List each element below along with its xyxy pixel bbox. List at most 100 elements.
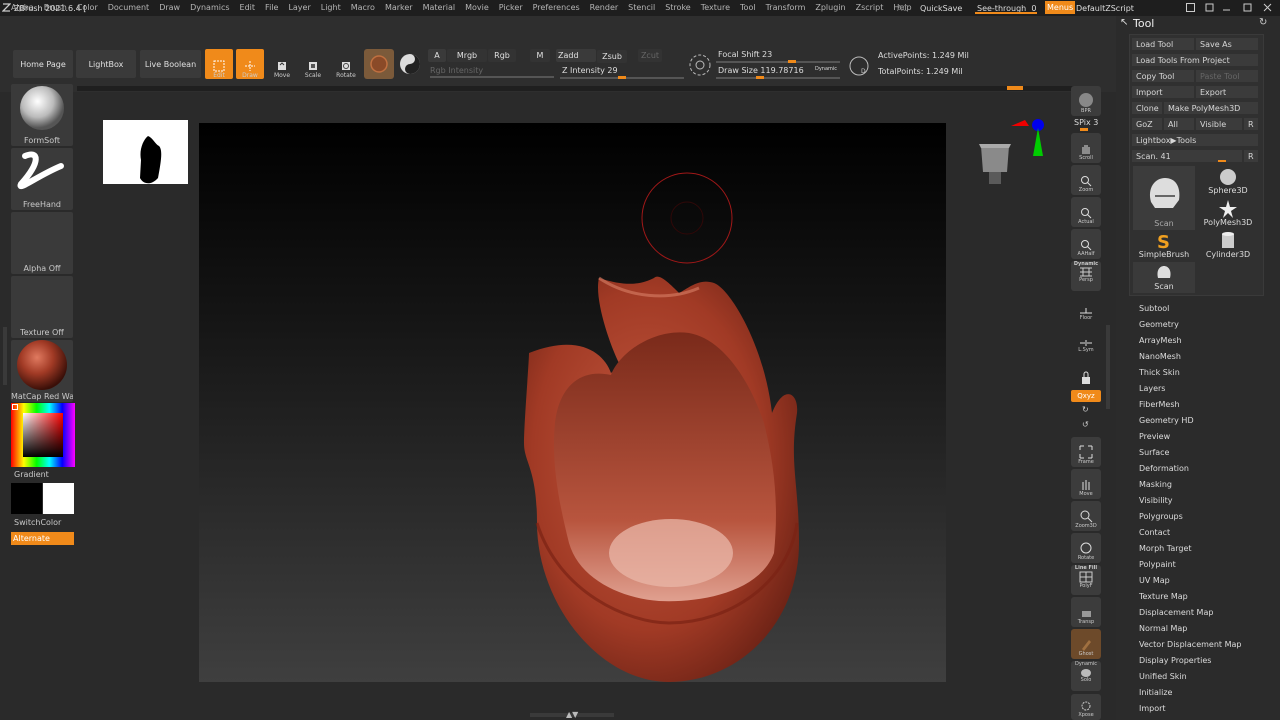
clone-button[interactable]: Clone [1132, 102, 1162, 114]
material-swatch-button[interactable] [364, 49, 394, 79]
menu-item-preferences[interactable]: Preferences [528, 3, 585, 12]
bpr-button[interactable]: BPR [1071, 86, 1101, 116]
local-button[interactable] [1071, 357, 1101, 387]
tool-section-geometry[interactable]: Geometry [1139, 320, 1179, 329]
alpha-mode-icon[interactable] [398, 52, 422, 76]
tool-thumb-scan[interactable]: Scan [1133, 262, 1195, 293]
minimize-icon[interactable] [1221, 2, 1232, 13]
zadd-toggle[interactable]: Zadd [556, 49, 596, 62]
menu-item-texture[interactable]: Texture [696, 3, 735, 12]
tool-section-polypaint[interactable]: Polypaint [1139, 560, 1176, 569]
goz-r-button[interactable]: R [1244, 118, 1258, 130]
move-button[interactable]: Move [268, 49, 296, 79]
home-page-button[interactable]: Home Page [13, 50, 73, 78]
color-picker[interactable] [11, 403, 75, 467]
tool-thumb-cylinder3d[interactable]: Cylinder3D [1197, 230, 1259, 262]
alternate-toggle[interactable]: Alternate [11, 532, 74, 545]
scale-button[interactable]: Scale [299, 49, 327, 79]
tool-section-vector-displacement-map[interactable]: Vector Displacement Map [1139, 640, 1241, 649]
menu-item-zscript[interactable]: Zscript [851, 3, 889, 12]
menu-item-dynamics[interactable]: Dynamics [185, 3, 234, 12]
menus-toggle[interactable]: Menus [1045, 1, 1076, 14]
shelf-scroll-handle[interactable] [1007, 86, 1023, 90]
persp-button[interactable]: Dynamic Persp [1071, 261, 1101, 291]
lsym-button[interactable]: L.Sym [1071, 325, 1101, 355]
menu-item-macro[interactable]: Macro [346, 3, 380, 12]
menu-item-stencil[interactable]: Stencil [623, 3, 660, 12]
z-intensity-handle[interactable] [618, 76, 626, 79]
rotate-axis-y-icon[interactable]: ↻ [1082, 405, 1089, 414]
restore-icon[interactable] [1204, 2, 1215, 13]
goz-button[interactable]: GoZ [1132, 118, 1162, 130]
tool-section-preview[interactable]: Preview [1139, 432, 1170, 441]
rotate-view-button[interactable]: Rotate [1071, 533, 1101, 563]
xpose-button[interactable]: Xpose [1071, 694, 1101, 720]
tool-section-initialize[interactable]: Initialize [1139, 688, 1172, 697]
3d-model[interactable] [199, 123, 946, 682]
import-button[interactable]: Import [1132, 86, 1194, 98]
draw-button[interactable]: Draw [236, 49, 264, 79]
mrgb-toggle[interactable]: Mrgb [447, 49, 487, 62]
tool-panel-cycle-icon[interactable]: ↻ [1259, 17, 1267, 28]
tool-section-geometry-hd[interactable]: Geometry HD [1139, 416, 1194, 425]
xyz-toggle[interactable]: Qxyz [1071, 390, 1101, 402]
tool-section-deformation[interactable]: Deformation [1139, 464, 1189, 473]
tool-section-import[interactable]: Import [1139, 704, 1166, 713]
bottom-tray-arrows-icon[interactable]: ▲▼ [566, 710, 578, 719]
canvas-viewport[interactable] [199, 123, 946, 682]
menu-item-render[interactable]: Render [585, 3, 623, 12]
scan-slider-handle[interactable] [1218, 160, 1226, 162]
tool-panel-pin-icon[interactable]: ↖ [1120, 17, 1128, 28]
tool-thumb-simplebrush[interactable]: S SimpleBrush [1133, 230, 1195, 262]
secondary-color-swatch[interactable] [43, 483, 74, 514]
menu-item-zplugin[interactable]: Zplugin [810, 3, 850, 12]
tool-section-texture-map[interactable]: Texture Map [1139, 592, 1188, 601]
ghost-button[interactable]: Ghost [1071, 629, 1101, 659]
tool-section-fibermesh[interactable]: FiberMesh [1139, 400, 1180, 409]
tool-section-surface[interactable]: Surface [1139, 448, 1169, 457]
goz-visible-button[interactable]: Visible [1196, 118, 1242, 130]
navigator-thumbnail[interactable] [103, 120, 188, 184]
tool-section-unified-skin[interactable]: Unified Skin [1139, 672, 1187, 681]
frame-button[interactable]: Frame [1071, 437, 1101, 467]
aahalf-button[interactable]: AAHalf [1071, 229, 1101, 259]
menu-item-document[interactable]: Document [103, 3, 154, 12]
focal-shift-slider[interactable]: Focal Shift 23 [718, 50, 772, 59]
menu-item-picker[interactable]: Picker [494, 3, 528, 12]
zcut-toggle[interactable]: Zcut [638, 49, 662, 62]
tool-section-subtool[interactable]: Subtool [1139, 304, 1169, 313]
menu-item-draw[interactable]: Draw [154, 3, 185, 12]
live-boolean-button[interactable]: Live Boolean [140, 50, 201, 78]
tool-section-uv-map[interactable]: UV Map [1139, 576, 1170, 585]
color-picker-marker[interactable] [12, 404, 18, 410]
tool-section-normal-map[interactable]: Normal Map [1139, 624, 1187, 633]
rotate-button[interactable]: Rotate [332, 49, 360, 79]
switch-color-button[interactable]: SwitchColor [14, 518, 76, 527]
tool-section-polygroups[interactable]: Polygroups [1139, 512, 1183, 521]
tool-section-display-properties[interactable]: Display Properties [1139, 656, 1211, 665]
dynamic-toggle[interactable]: Dynamic [815, 66, 837, 72]
menu-item-stroke[interactable]: Stroke [660, 3, 696, 12]
tool-section-morph-target[interactable]: Morph Target [1139, 544, 1192, 553]
scroll-button[interactable]: Scroll [1071, 133, 1101, 163]
maximize-icon[interactable] [1242, 2, 1253, 13]
rgb-toggle[interactable]: Rgb [488, 49, 516, 62]
solo-button[interactable]: Dynamic Solo [1071, 661, 1101, 691]
menu-item-edit[interactable]: Edit [235, 3, 261, 12]
menu-item-layer[interactable]: Layer [283, 3, 315, 12]
rotate-axis-z-icon[interactable]: ↺ [1082, 420, 1089, 429]
menu-item-tool[interactable]: Tool [735, 3, 761, 12]
palette-icon[interactable] [1185, 2, 1196, 13]
tool-thumb-scan-active[interactable]: Scan [1133, 166, 1195, 230]
menu-item-movie[interactable]: Movie [460, 3, 494, 12]
menu-item-file[interactable]: File [260, 3, 283, 12]
menu-item-material[interactable]: Material [418, 3, 461, 12]
tool-thumb-polymesh3d[interactable]: PolyMesh3D [1197, 198, 1259, 230]
lazy-mouse-icon[interactable]: D [848, 55, 870, 77]
m-toggle[interactable]: M [530, 49, 550, 62]
tool-section-displacement-map[interactable]: Displacement Map [1139, 608, 1213, 617]
copy-tool-button[interactable]: Copy Tool [1132, 70, 1194, 82]
tool-section-visibility[interactable]: Visibility [1139, 496, 1173, 505]
floor-button[interactable]: Floor [1071, 293, 1101, 323]
zoom3d-button[interactable]: Zoom3D [1071, 501, 1101, 531]
